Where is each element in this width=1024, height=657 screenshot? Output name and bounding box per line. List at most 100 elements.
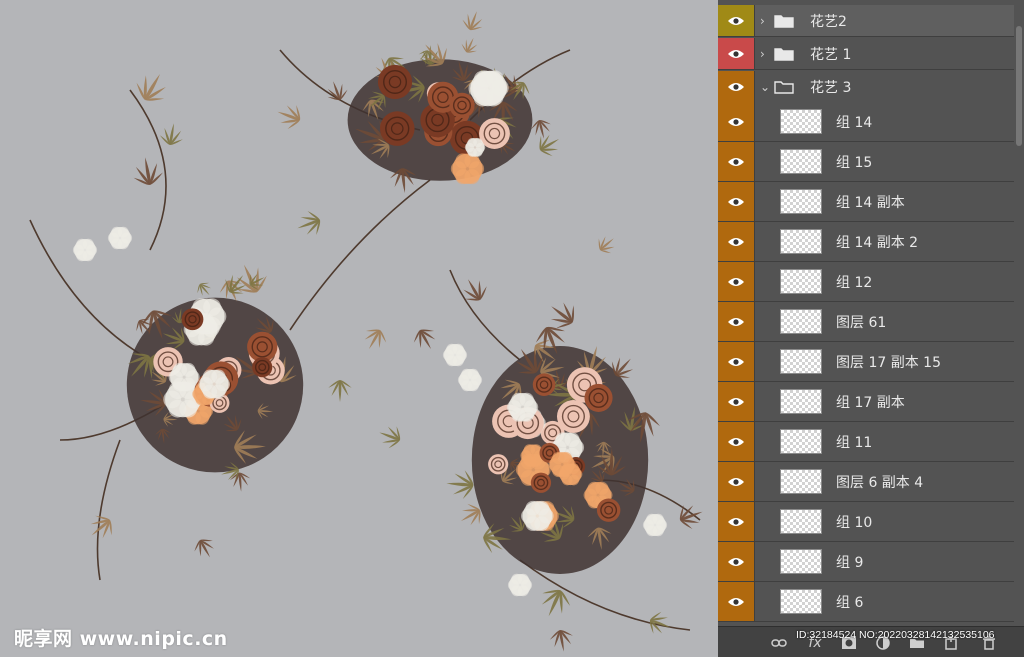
vine-stem <box>289 179 431 331</box>
visibility-eye-icon[interactable] <box>718 222 755 261</box>
layer-name: 组 9 <box>836 554 864 571</box>
leaf <box>90 515 112 539</box>
layer-thumbnail <box>780 309 822 334</box>
visibility-eye-icon[interactable] <box>718 462 755 501</box>
leaf <box>679 505 703 530</box>
layer-group-name: 花艺 1 <box>810 46 852 63</box>
visibility-eye-icon[interactable] <box>718 71 755 102</box>
layer-thumbnail <box>780 549 822 574</box>
artboard-canvas[interactable]: 昵享网 www.nipic.cn <box>0 0 718 657</box>
layer-row[interactable]: 组 12 <box>718 262 1014 302</box>
layer-row[interactable]: 组 10 <box>718 502 1014 542</box>
visibility-eye-icon[interactable] <box>718 542 755 581</box>
visibility-eye-icon[interactable] <box>718 382 755 421</box>
visibility-eye-icon[interactable] <box>718 142 755 181</box>
leaf <box>197 282 212 296</box>
layer-thumbnail <box>780 109 822 134</box>
layer-thumbnail <box>780 389 822 414</box>
layer-group-name: 花艺2 <box>810 13 847 30</box>
layer-thumbnail <box>780 589 822 614</box>
carnation-petal <box>467 368 479 380</box>
folder-icon <box>774 71 794 102</box>
carnation-petal <box>568 463 580 475</box>
layer-row[interactable]: 组 11 <box>718 422 1014 462</box>
visibility-eye-icon[interactable] <box>718 102 755 141</box>
layer-thumbnail <box>780 149 822 174</box>
leaf <box>364 329 387 350</box>
carnation-petal <box>82 238 94 250</box>
link-icon[interactable] <box>770 635 788 651</box>
layer-name: 组 12 <box>836 274 873 291</box>
layer-thumbnail <box>780 429 822 454</box>
layer-name: 图层 6 副本 4 <box>836 474 924 491</box>
carnation-petal <box>595 481 609 495</box>
layer-row[interactable]: 组 14 副本 2 <box>718 222 1014 262</box>
leaf <box>136 74 166 101</box>
leaf <box>133 157 163 186</box>
leaf <box>446 470 474 499</box>
leaf <box>462 11 483 31</box>
leaf <box>461 37 478 53</box>
carnation-petal <box>117 226 129 238</box>
leaf <box>549 629 573 652</box>
layers-footer: fx ID:32184524 NO:20220328142132535106 <box>718 626 1024 657</box>
chevron-right-icon[interactable]: › <box>760 5 765 36</box>
vine-stem <box>96 439 121 581</box>
layer-row[interactable]: 组 14 副本 <box>718 182 1014 222</box>
carnation-petal <box>534 500 550 516</box>
layer-thumbnail <box>780 269 822 294</box>
chevron-down-icon[interactable]: ⌄ <box>760 71 770 102</box>
carnation-petal <box>181 362 196 377</box>
visibility-eye-icon[interactable] <box>718 5 755 36</box>
folder-icon <box>774 5 794 36</box>
visibility-eye-icon[interactable] <box>718 502 755 541</box>
visibility-eye-icon[interactable] <box>718 302 755 341</box>
layer-name: 图层 17 副本 15 <box>836 354 941 371</box>
leaf <box>327 81 348 101</box>
layer-group-row[interactable]: › 花艺 1 <box>718 38 1014 70</box>
layers-scrollbar[interactable] <box>1016 26 1022 146</box>
layer-thumbnail <box>780 469 822 494</box>
layer-name: 组 14 副本 <box>836 194 905 211</box>
leaf <box>413 329 436 350</box>
layer-thumbnail <box>780 349 822 374</box>
watermark: 昵享网 www.nipic.cn <box>14 628 228 650</box>
floral-artwork <box>29 11 703 652</box>
chevron-right-icon[interactable]: › <box>760 38 765 69</box>
carnation-petal <box>473 137 483 148</box>
leaf <box>531 120 551 139</box>
layer-name: 组 15 <box>836 154 873 171</box>
visibility-eye-icon[interactable] <box>718 38 755 69</box>
layer-thumbnail <box>780 509 822 534</box>
layer-row[interactable]: 组 15 <box>718 142 1014 182</box>
layer-group-row[interactable]: ⌄ 花艺 3 <box>718 71 1014 103</box>
layer-row[interactable]: 组 14 <box>718 102 1014 142</box>
leaf <box>229 472 251 492</box>
visibility-eye-icon[interactable] <box>718 342 755 381</box>
leaf <box>297 210 321 235</box>
leaf <box>541 589 571 617</box>
layer-row[interactable]: 组 6 <box>718 582 1014 622</box>
visibility-eye-icon[interactable] <box>718 422 755 461</box>
layer-row[interactable]: 组 9 <box>718 542 1014 582</box>
layer-row[interactable]: 组 17 副本 <box>718 382 1014 422</box>
leaf <box>598 236 615 254</box>
carnation-petal <box>519 392 534 407</box>
layer-thumbnail <box>780 229 822 254</box>
folder-icon <box>774 38 794 69</box>
visibility-eye-icon[interactable] <box>718 182 755 221</box>
leaf <box>277 105 301 130</box>
carnation-petal <box>517 573 529 585</box>
layer-name: 组 11 <box>836 434 873 451</box>
layer-row[interactable]: 图层 61 <box>718 302 1014 342</box>
leaf <box>194 539 214 558</box>
layer-row[interactable]: 图层 17 副本 15 <box>718 342 1014 382</box>
visibility-eye-icon[interactable] <box>718 262 755 301</box>
layer-name: 组 17 副本 <box>836 394 905 411</box>
layer-row[interactable]: 图层 6 副本 4 <box>718 462 1014 502</box>
visibility-eye-icon[interactable] <box>718 582 755 621</box>
layer-name: 组 10 <box>836 514 873 531</box>
id-watermark: ID:32184524 NO:20220328142132535106 <box>796 629 995 641</box>
layer-group-row[interactable]: › 花艺2 <box>718 5 1014 37</box>
carnation-petal <box>211 369 226 384</box>
